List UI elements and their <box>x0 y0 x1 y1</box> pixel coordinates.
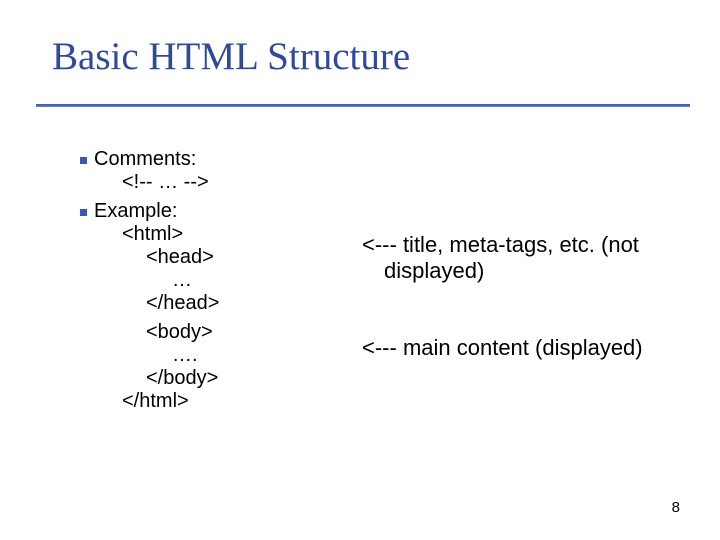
comment-syntax: <!-- … --> <box>94 171 362 194</box>
code-line: … <box>94 269 362 292</box>
content-columns: Comments: <!-- … --> Example: <html> <he… <box>94 148 690 419</box>
bullet-label: Comments: <box>94 148 362 171</box>
slide-title: Basic HTML Structure <box>52 34 410 79</box>
right-column: <--- title, meta-tags, etc. (not display… <box>362 148 682 419</box>
annotation-head: <--- title, meta-tags, etc. (not display… <box>362 232 682 285</box>
page-number: 8 <box>672 499 680 516</box>
annotation-body: <--- main content (displayed) <box>362 335 682 361</box>
code-line: </body> <box>94 367 362 390</box>
code-line: </head> <box>94 292 362 315</box>
code-line: …. <box>94 344 362 367</box>
square-bullet-icon <box>80 209 87 216</box>
bullet-label: Example: <box>94 200 362 223</box>
code-line: <body> <box>94 321 362 344</box>
bullet-comments: Comments: <!-- … --> <box>94 148 362 194</box>
title-underline <box>36 104 690 107</box>
bullet-example: Example: <html> <head> … </head> <body> … <box>94 200 362 413</box>
code-line: </html> <box>94 390 362 413</box>
code-line: <head> <box>94 246 362 269</box>
square-bullet-icon <box>80 157 87 164</box>
code-line: <html> <box>94 223 362 246</box>
left-column: Comments: <!-- … --> Example: <html> <he… <box>94 148 362 419</box>
